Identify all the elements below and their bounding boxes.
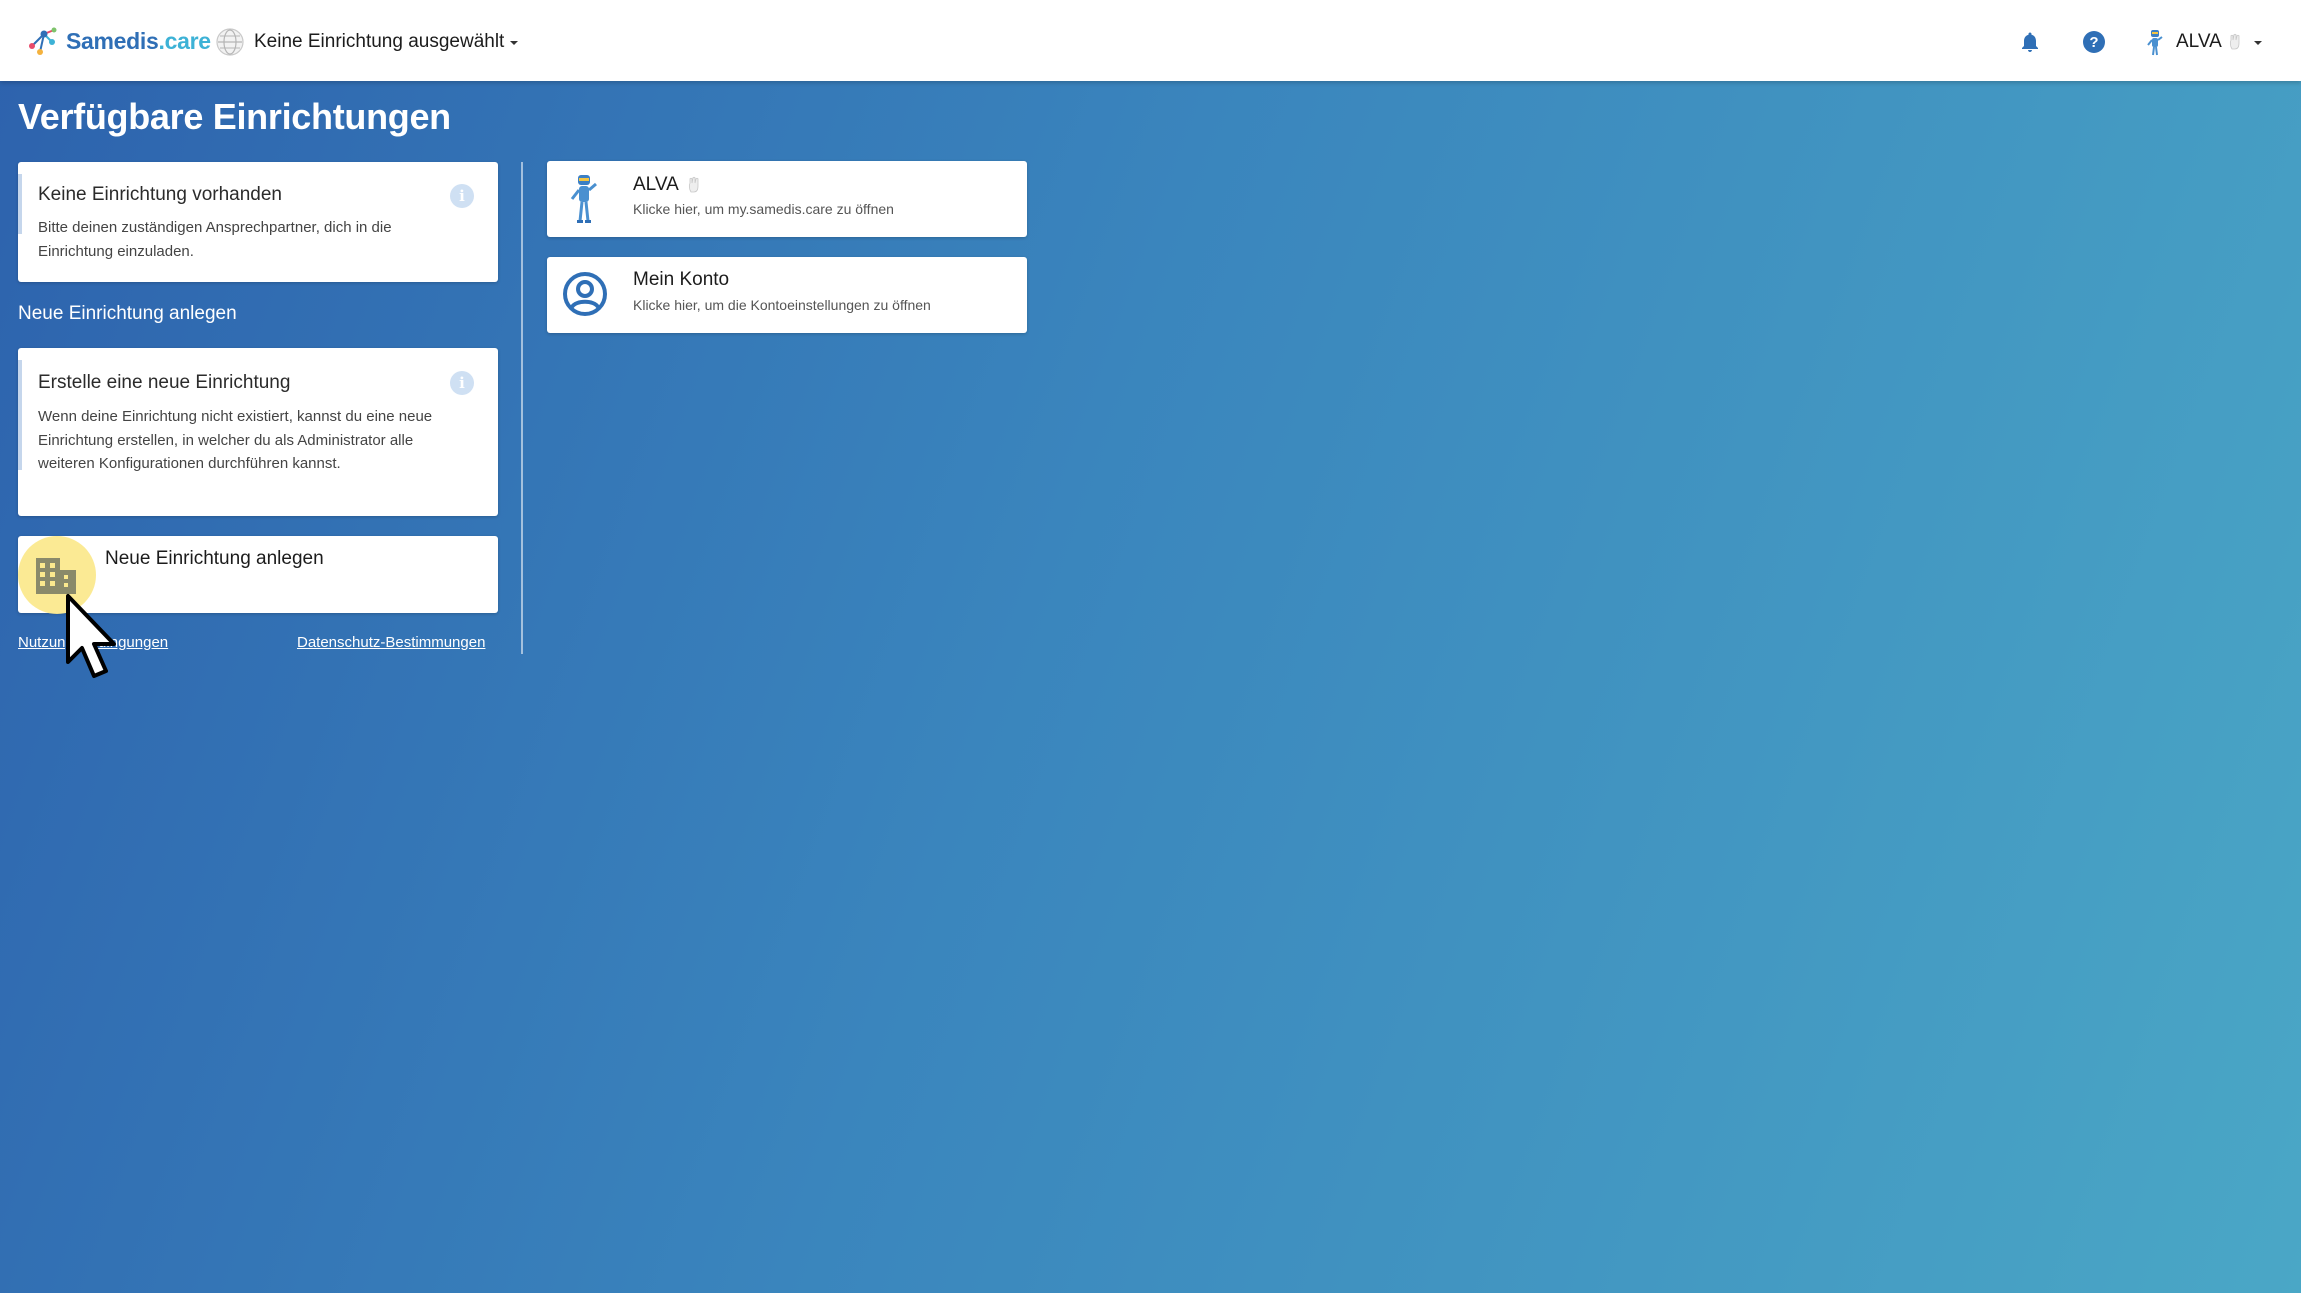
app-card-account-title: Mein Konto bbox=[633, 269, 730, 290]
alva-avatar-icon bbox=[2147, 30, 2163, 56]
no-facility-body: Bitte deinen zuständigen Ansprechpartner… bbox=[38, 219, 392, 260]
no-facility-title: Keine Einrichtung vorhanden bbox=[38, 184, 283, 205]
logo-main: Samedis bbox=[66, 27, 159, 54]
chevron-down-icon bbox=[2253, 41, 2262, 45]
create-facility-title: Erstelle eine neue Einrichtung bbox=[38, 372, 291, 393]
logo-wordmark: Samedis.care bbox=[66, 28, 211, 55]
card-accent-bar bbox=[18, 360, 22, 470]
app-card-alva-title: ALVA bbox=[633, 174, 679, 195]
app-card-alva-subtitle: Klicke hier, um my.samedis.care zu öffne… bbox=[633, 201, 894, 217]
hand-emoji-icon bbox=[2229, 33, 2240, 50]
app-card-alva[interactable]: ALVA Klicke hier, um my.samedis.care zu … bbox=[547, 161, 1027, 237]
samedis-logo-icon bbox=[29, 27, 57, 55]
top-app-bar: Samedis.care Keine Einrichtung ausgewähl… bbox=[0, 0, 2301, 81]
create-facility-info-card: Erstelle eine neue Einrichtung Wenn dein… bbox=[18, 348, 498, 516]
page-title: Verfügbare Einrichtungen bbox=[18, 96, 451, 137]
new-facility-button-label: Neue Einrichtung anlegen bbox=[105, 548, 324, 569]
info-icon[interactable]: i bbox=[450, 371, 474, 395]
user-menu[interactable]: ALVA bbox=[2146, 28, 2262, 56]
building-icon bbox=[36, 558, 76, 594]
section-heading-new-facility: Neue Einrichtung anlegen bbox=[18, 303, 237, 324]
app-card-account[interactable]: Mein Konto Klicke hier, um die Kontoeins… bbox=[547, 257, 1027, 333]
account-circle-icon bbox=[563, 272, 607, 316]
svg-text:?: ? bbox=[2089, 34, 2098, 51]
app-card-account-subtitle: Klicke hier, um die Kontoeinstellungen z… bbox=[633, 297, 931, 313]
chevron-down-icon bbox=[510, 41, 519, 45]
samedis-logo[interactable]: Samedis.care bbox=[26, 26, 211, 56]
user-name: ALVA bbox=[2176, 31, 2222, 52]
facility-selector-label: Keine Einrichtung ausgewählt bbox=[254, 31, 505, 52]
facility-globe-icon bbox=[216, 28, 244, 56]
help-icon[interactable]: ? bbox=[2082, 30, 2106, 54]
terms-link[interactable]: Nutzungsbedingungen bbox=[18, 634, 168, 651]
hand-emoji-icon bbox=[688, 176, 699, 193]
alva-robot-icon bbox=[570, 175, 597, 223]
no-facility-card: Keine Einrichtung vorhanden Bitte deinen… bbox=[18, 162, 498, 282]
logo-tld: .care bbox=[158, 27, 212, 54]
card-accent-bar bbox=[18, 174, 22, 234]
info-icon[interactable]: i bbox=[450, 184, 474, 208]
privacy-link[interactable]: Datenschutz-Bestimmungen bbox=[297, 634, 485, 651]
facility-selector[interactable]: Keine Einrichtung ausgewählt bbox=[216, 28, 519, 56]
app-card-alva-title-row: ALVA bbox=[633, 174, 701, 196]
create-facility-body: Wenn deine Einrichtung nicht existiert, … bbox=[38, 408, 433, 472]
notification-bell-icon[interactable] bbox=[2018, 30, 2042, 54]
column-divider bbox=[521, 162, 523, 654]
